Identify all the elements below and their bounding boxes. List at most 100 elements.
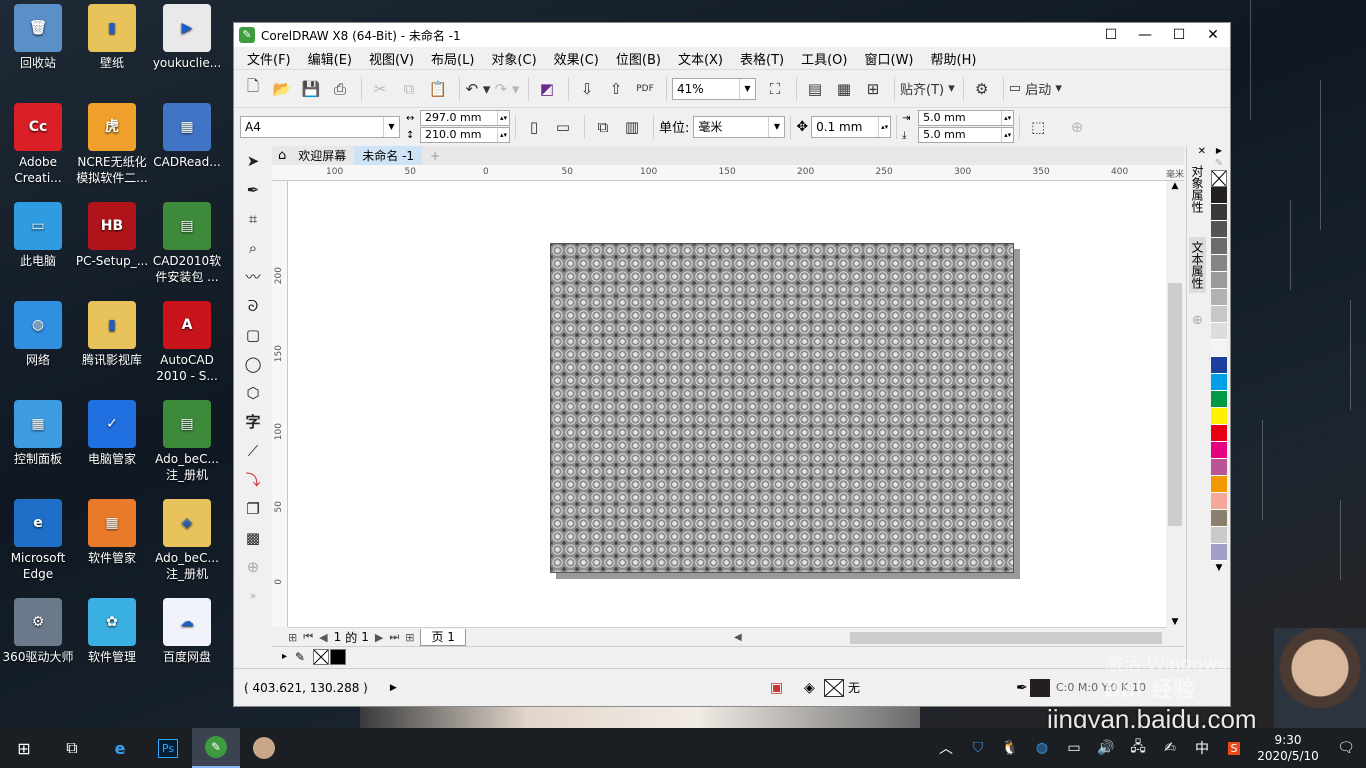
black-swatch[interactable]: [330, 648, 347, 665]
freehand-tool-icon[interactable]: 〰: [234, 262, 272, 291]
palette-color-swatch[interactable]: [1211, 544, 1227, 561]
palette-color-swatch[interactable]: [1211, 187, 1227, 204]
palette-scroll-up-icon[interactable]: ▶: [1208, 146, 1230, 158]
browser-tray-icon[interactable]: ◍: [1026, 740, 1058, 756]
palette-color-swatch[interactable]: [1211, 527, 1227, 544]
desktop-icon[interactable]: ⚙ 360驱动大师: [0, 598, 76, 665]
palette-eyedropper-icon[interactable]: ✎: [1208, 158, 1230, 170]
current-page-number[interactable]: 1: [334, 630, 342, 644]
horizontal-ruler[interactable]: 毫米 100 50 0 50 100 150 200 250 300 350 400: [272, 165, 1184, 181]
duplicate-x-input[interactable]: 5.0 mm ▴▾: [918, 110, 1015, 126]
menu-item[interactable]: 编辑(E): [301, 49, 362, 68]
network-icon[interactable]: 🖧: [1122, 736, 1154, 760]
color-profile-icon[interactable]: ▣: [770, 680, 783, 696]
horizontal-scroll-thumb[interactable]: [850, 632, 1162, 644]
palette-menu-icon[interactable]: ▸: [282, 651, 287, 662]
palette-color-swatch[interactable]: [1211, 442, 1227, 459]
parallel-dimension-icon[interactable]: ⟋: [234, 436, 272, 465]
rectangle-tool-icon[interactable]: ▢: [234, 320, 272, 349]
vertical-scroll-thumb[interactable]: [1168, 283, 1182, 526]
qq-icon[interactable]: 🐧: [994, 740, 1026, 756]
no-fill-swatch[interactable]: [1211, 170, 1227, 187]
palette-color-swatch[interactable]: [1211, 408, 1227, 425]
home-icon[interactable]: ⌂: [278, 148, 286, 163]
current-page-icon[interactable]: ▥: [619, 114, 645, 140]
palette-color-swatch[interactable]: [1211, 306, 1227, 323]
palette-color-swatch[interactable]: [1211, 340, 1227, 357]
new-document-icon[interactable]: 🗋: [240, 76, 266, 102]
crop-tool-icon[interactable]: ⌗: [234, 204, 272, 233]
scroll-up-icon[interactable]: ▲: [1166, 181, 1184, 191]
duplicate-y-input[interactable]: 5.0 mm ▴▾: [918, 127, 1015, 143]
close-docker-icon[interactable]: ✕: [1187, 146, 1208, 157]
palette-scroll-down-icon[interactable]: ▼: [1208, 563, 1230, 573]
menu-item[interactable]: 效果(C): [547, 49, 609, 68]
palette-color-swatch[interactable]: [1211, 459, 1227, 476]
menu-item[interactable]: 视图(V): [362, 49, 424, 68]
desktop-icon[interactable]: ✿ 软件管理: [74, 598, 150, 665]
page-with-pattern-fill[interactable]: [550, 243, 1014, 573]
title-bar[interactable]: ✎ CorelDRAW X8 (64-Bit) - 未命名 -1 ☐ — ☐ ✕: [234, 23, 1230, 47]
desktop-icon[interactable]: ☁ 百度网盘: [149, 598, 225, 665]
action-center-icon[interactable]: 🗨: [1326, 740, 1366, 756]
menu-item[interactable]: 文件(F): [240, 49, 301, 68]
show-rulers-icon[interactable]: ▤: [802, 76, 828, 102]
desktop-icon[interactable]: 🗑 回收站: [0, 4, 76, 71]
redo-icon[interactable]: ↷ ▾: [494, 76, 520, 102]
menu-item[interactable]: 窗口(W): [858, 49, 924, 68]
desktop-icon[interactable]: ▮ 腾讯影视库: [74, 301, 150, 368]
scroll-left-icon[interactable]: ◀: [734, 632, 742, 643]
add-page-after-icon[interactable]: ⊞: [405, 631, 414, 644]
transparency-tool-icon[interactable]: ▩: [234, 523, 272, 552]
first-page-icon[interactable]: ⏮: [303, 630, 313, 644]
clock[interactable]: 9:30 2020/5/10: [1250, 732, 1326, 764]
print-icon[interactable]: ⎙: [327, 76, 353, 102]
menu-item[interactable]: 位图(B): [609, 49, 671, 68]
drop-shadow-icon[interactable]: ❐: [234, 494, 272, 523]
desktop-icon[interactable]: ▤ CAD2010软件安装包 ...: [149, 202, 225, 285]
all-pages-icon[interactable]: ⧉: [590, 114, 616, 140]
palette-color-swatch[interactable]: [1211, 510, 1227, 527]
nudge-distance-input[interactable]: 0.1 mm ▴▾: [811, 115, 892, 138]
maximize-button[interactable]: ☐: [1162, 23, 1196, 47]
menu-item[interactable]: 对象(C): [484, 49, 546, 68]
snap-to-menu[interactable]: 贴齐(T) ▾: [900, 76, 955, 102]
network-drive-icon[interactable]: ▭: [1058, 740, 1090, 756]
full-screen-icon[interactable]: ⛶: [762, 76, 788, 102]
ellipse-tool-icon[interactable]: ◯: [234, 349, 272, 378]
start-windows-icon[interactable]: ⊞: [0, 728, 48, 768]
desktop-icon[interactable]: ▤ Ado_beC... 注_册机: [149, 400, 225, 483]
pen-input-icon[interactable]: ✍: [1154, 740, 1186, 756]
cut-icon[interactable]: ✂: [367, 76, 393, 102]
desktop-icon[interactable]: ◈ Ado_beC... 注_册机: [149, 499, 225, 582]
scroll-down-icon[interactable]: ▼: [1166, 617, 1184, 627]
copy-icon[interactable]: ⧉: [396, 76, 422, 102]
desktop-icon[interactable]: ✓ 电脑管家: [74, 400, 150, 467]
text-tool-icon[interactable]: 字: [234, 407, 272, 436]
volume-icon[interactable]: 🔊: [1090, 740, 1122, 756]
open-folder-icon[interactable]: 📂: [269, 76, 295, 102]
menu-item[interactable]: 帮助(H): [924, 49, 987, 68]
menu-item[interactable]: 布局(L): [424, 49, 484, 68]
pick-tool-icon[interactable]: ➤: [234, 146, 272, 175]
tab-welcome-screen[interactable]: 欢迎屏幕: [290, 146, 354, 165]
tab-untitled-document[interactable]: 未命名 -1: [354, 146, 423, 165]
menu-item[interactable]: 表格(T): [733, 49, 794, 68]
drawing-canvas[interactable]: [288, 181, 1166, 627]
desktop-icon[interactable]: A AutoCAD 2010 - S...: [149, 301, 225, 384]
polygon-tool-icon[interactable]: ⬡: [234, 378, 272, 407]
object-properties-tab[interactable]: 对象属性: [1189, 161, 1206, 217]
menu-item[interactable]: 文本(X): [671, 49, 733, 68]
page-tab-1[interactable]: 页 1: [420, 628, 466, 646]
spinner-arrows-icon[interactable]: ▴▾: [1001, 128, 1013, 142]
zoom-tool-icon[interactable]: ⌕: [234, 233, 272, 262]
palette-color-swatch[interactable]: [1211, 221, 1227, 238]
input-method-label[interactable]: 中: [1186, 738, 1218, 758]
no-color-swatch[interactable]: [313, 648, 330, 665]
desktop-icon[interactable]: ▮ 壁纸: [74, 4, 150, 71]
import-icon[interactable]: ⇩: [574, 76, 600, 102]
search-content-icon[interactable]: ◩: [534, 76, 560, 102]
palette-color-swatch[interactable]: [1211, 204, 1227, 221]
connector-tool-icon[interactable]: ⤵: [234, 465, 272, 494]
show-guidelines-icon[interactable]: ⊞: [860, 76, 886, 102]
